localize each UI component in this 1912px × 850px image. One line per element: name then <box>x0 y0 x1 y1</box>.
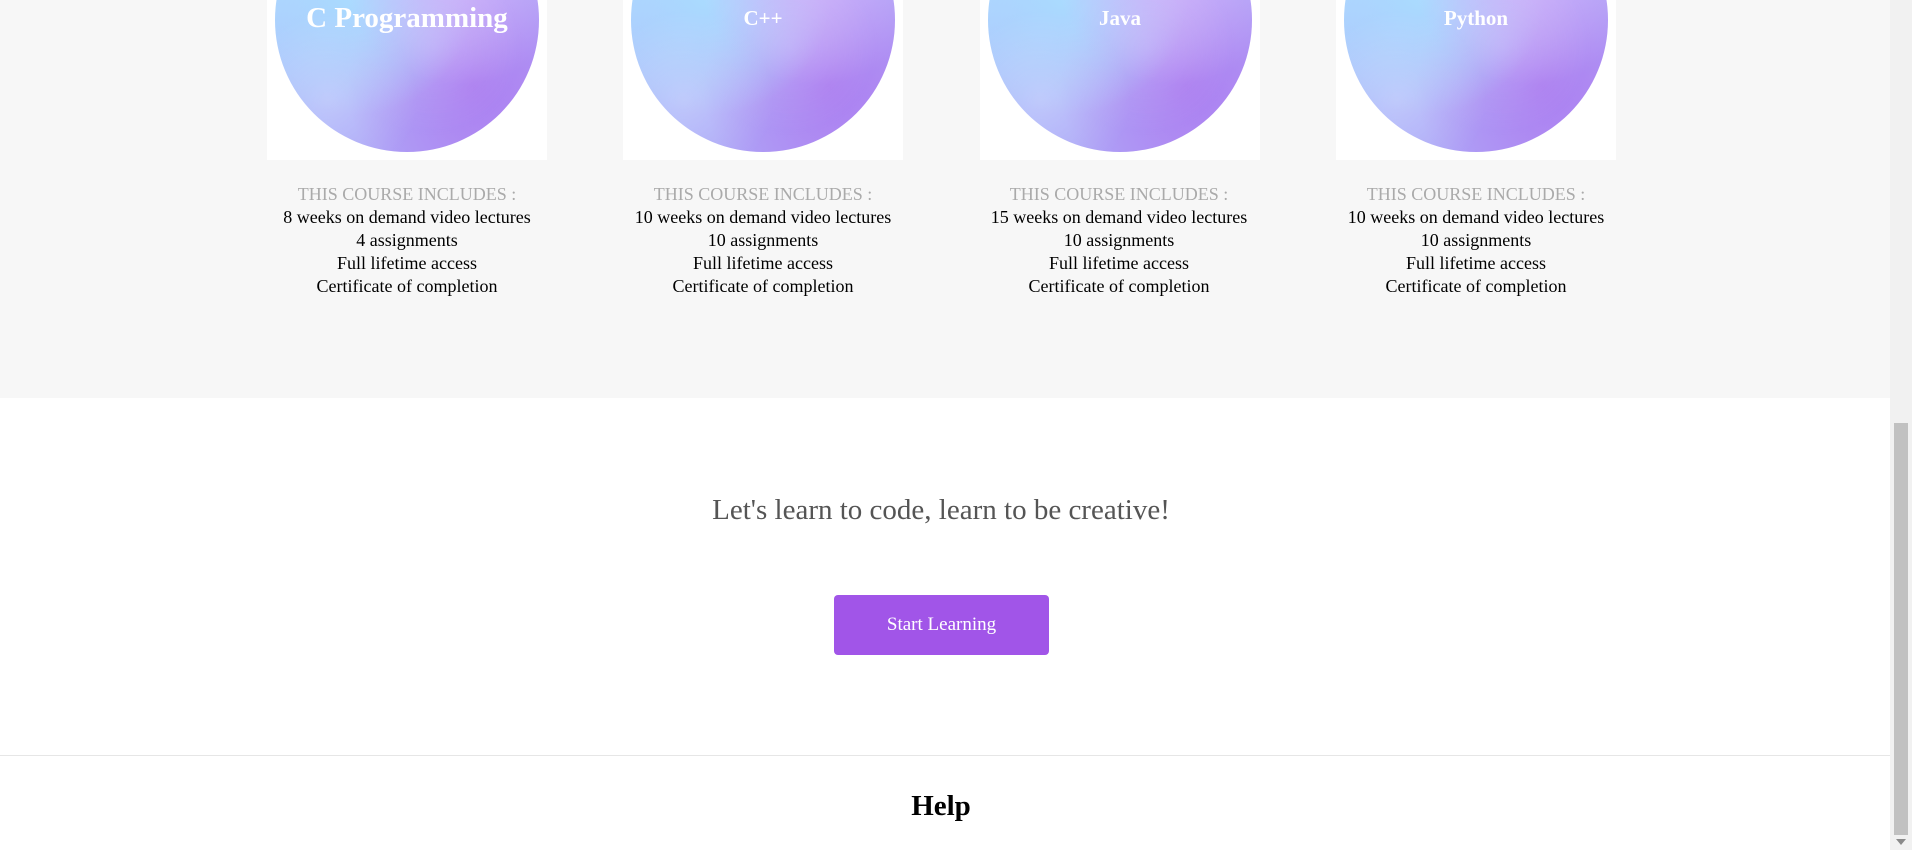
course-image[interactable]: Python <box>1336 0 1616 160</box>
course-title: C++ <box>743 6 783 30</box>
feature-assignments: 10 assignments <box>1063 230 1175 250</box>
course-card-python[interactable]: Python THIS COURSE INCLUDES : 10 weeks o… <box>1326 0 1626 300</box>
course-card-java[interactable]: Java THIS COURSE INCLUDES : 15 weeks on … <box>969 0 1269 300</box>
feature-lifetime-access: Full lifetime access <box>337 253 477 273</box>
includes-heading: THIS COURSE INCLUDES : <box>653 184 873 204</box>
cta-tagline: Let's learn to code, learn to be creativ… <box>712 494 1170 526</box>
course-includes: THIS COURSE INCLUDES : 10 weeks on deman… <box>613 183 913 298</box>
feature-certificate: Certificate of completion <box>672 276 854 296</box>
feature-certificate: Certificate of completion <box>1028 276 1210 296</box>
includes-heading: THIS COURSE INCLUDES : <box>297 184 517 204</box>
course-title: C Programming <box>306 2 508 34</box>
course-includes: THIS COURSE INCLUDES : 15 weeks on deman… <box>969 183 1269 298</box>
feature-certificate: Certificate of completion <box>316 276 498 296</box>
course-image[interactable]: C++ <box>623 0 903 160</box>
course-card-cpp[interactable]: C++ THIS COURSE INCLUDES : 10 weeks on d… <box>613 0 913 300</box>
help-heading: Help <box>911 790 971 822</box>
vertical-scrollbar[interactable] <box>1890 0 1912 850</box>
feature-lifetime-access: Full lifetime access <box>1049 253 1189 273</box>
page-viewport: C Programming THIS COURSE INCLUDES : 8 w… <box>0 0 1912 850</box>
course-image[interactable]: C Programming <box>267 0 547 160</box>
course-title: Python <box>1443 6 1509 30</box>
course-includes: THIS COURSE INCLUDES : 10 weeks on deman… <box>1326 183 1626 298</box>
feature-certificate: Certificate of completion <box>1385 276 1567 296</box>
scrollbar-thumb[interactable] <box>1894 423 1908 835</box>
feature-video-lectures: 10 weeks on demand video lectures <box>634 207 892 227</box>
course-image[interactable]: Java <box>980 0 1260 160</box>
includes-heading: THIS COURSE INCLUDES : <box>1366 184 1586 204</box>
feature-assignments: 10 assignments <box>1420 230 1532 250</box>
includes-heading: THIS COURSE INCLUDES : <box>1009 184 1229 204</box>
feature-video-lectures: 15 weeks on demand video lectures <box>990 207 1248 227</box>
feature-lifetime-access: Full lifetime access <box>693 253 833 273</box>
footer-divider <box>0 755 1890 756</box>
scroll-down-arrow-icon[interactable] <box>1896 839 1906 845</box>
feature-video-lectures: 8 weeks on demand video lectures <box>283 207 531 227</box>
feature-assignments: 10 assignments <box>707 230 819 250</box>
course-includes: THIS COURSE INCLUDES : 8 weeks on demand… <box>257 183 557 298</box>
feature-assignments: 4 assignments <box>356 230 458 250</box>
feature-video-lectures: 10 weeks on demand video lectures <box>1347 207 1605 227</box>
page-content: C Programming THIS COURSE INCLUDES : 8 w… <box>0 0 1890 850</box>
feature-lifetime-access: Full lifetime access <box>1406 253 1546 273</box>
courses-section: C Programming THIS COURSE INCLUDES : 8 w… <box>0 0 1890 398</box>
course-card-c-programming[interactable]: C Programming THIS COURSE INCLUDES : 8 w… <box>257 0 557 300</box>
start-learning-button[interactable]: Start Learning <box>834 595 1049 655</box>
course-title: Java <box>1099 6 1141 30</box>
